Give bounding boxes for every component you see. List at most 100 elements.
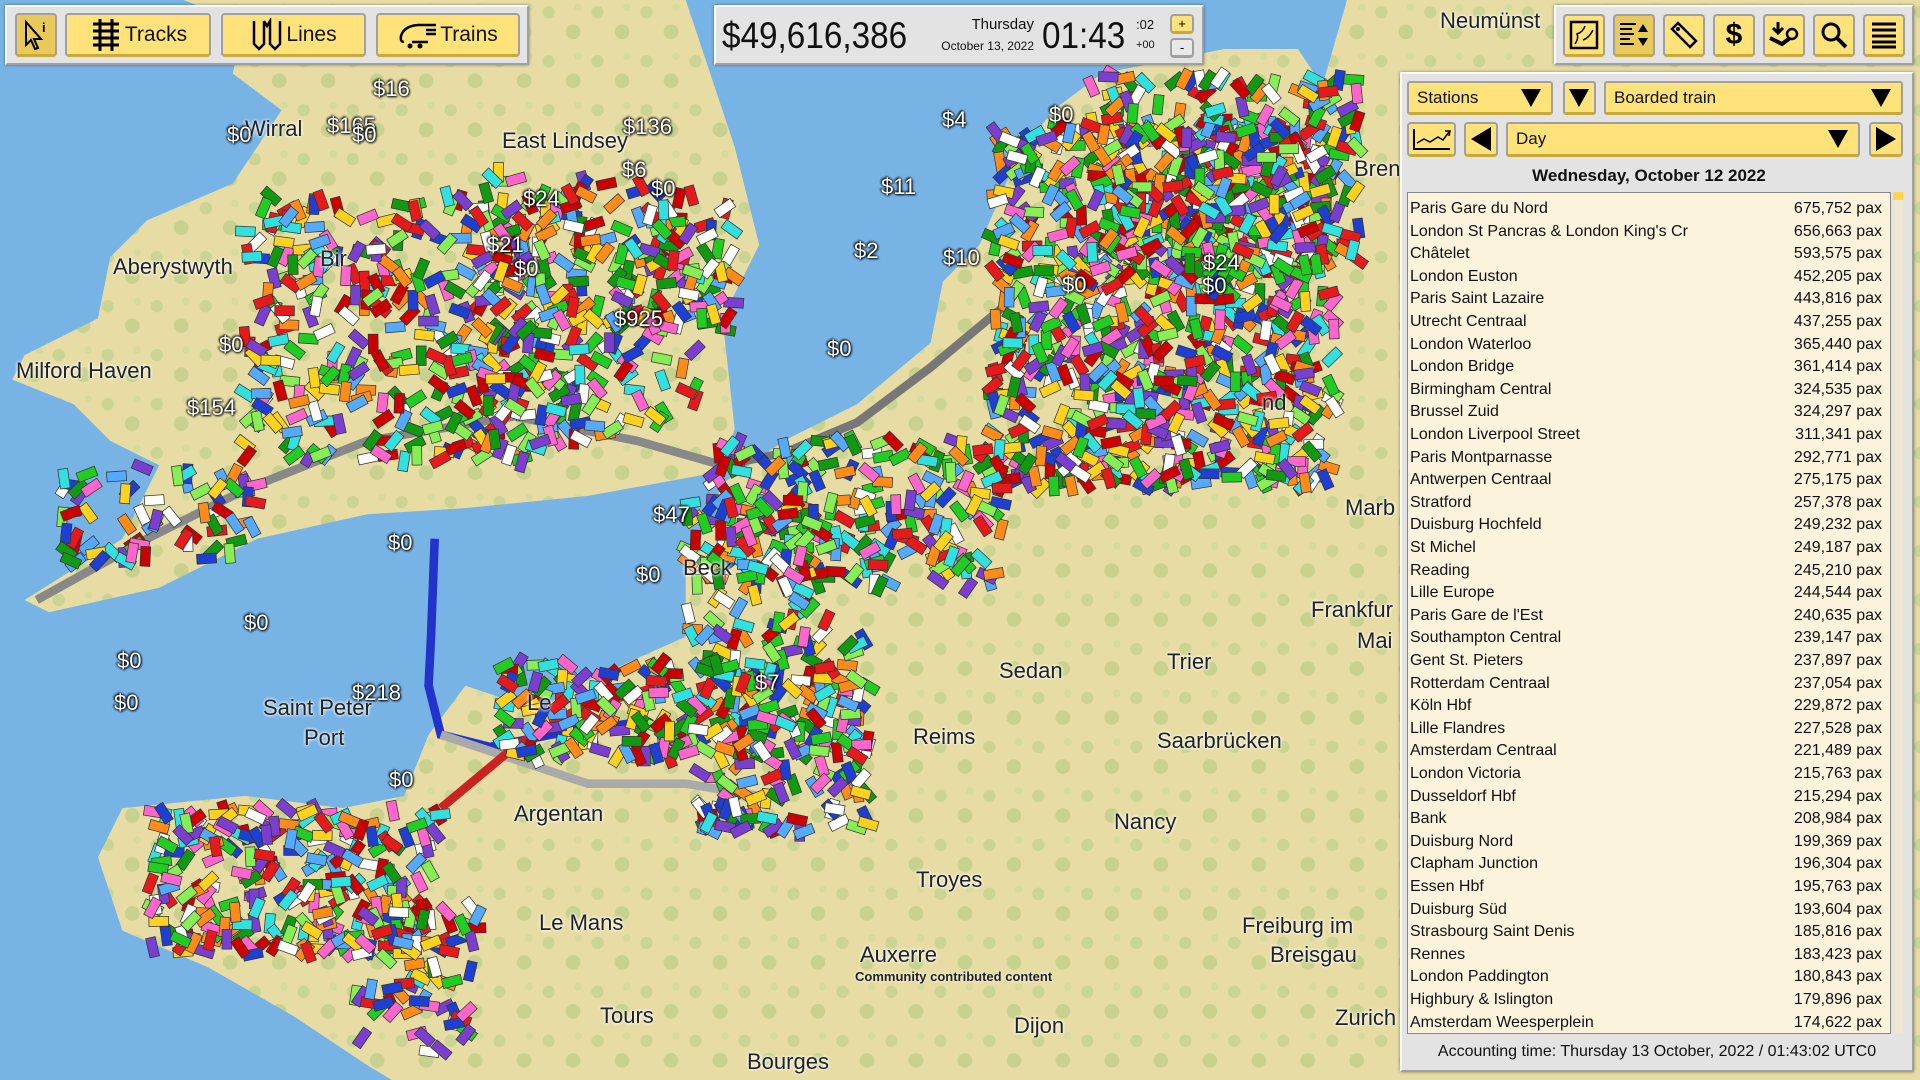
station-row[interactable]: Köln Hbf 229,872 pax [1410,695,1882,718]
train-marker[interactable] [568,343,590,356]
station-row[interactable]: Reading 245,210 pax [1410,560,1882,583]
place-label[interactable]: Breisgau [1270,942,1357,968]
train-marker[interactable] [398,363,420,377]
place-label[interactable]: Trier [1167,649,1211,675]
speed-up-button[interactable]: + [1170,14,1194,34]
trains-button[interactable]: Trains [376,13,520,57]
train-marker[interactable] [388,906,410,919]
station-revenue-label[interactable]: $0 [514,256,538,282]
train-marker[interactable] [991,482,1013,494]
station-row[interactable]: London Liverpool Street 311,341 pax [1410,424,1882,447]
train-marker[interactable] [196,552,218,565]
tracks-button[interactable]: Tracks [65,13,211,57]
station-revenue-label[interactable]: $21 [487,232,524,258]
train-marker[interactable] [1317,85,1339,99]
train-marker[interactable] [1153,375,1175,387]
station-row[interactable]: London St Pancras & London King's Cr 656,… [1410,221,1882,244]
station-revenue-label[interactable]: $0 [1049,102,1073,128]
train-marker[interactable] [367,333,379,355]
chart-toggle-button[interactable] [1407,122,1456,157]
station-row[interactable]: Bank 208,984 pax [1410,808,1882,831]
station-row[interactable]: Essen Hbf 195,763 pax [1410,876,1882,899]
place-label[interactable]: Reims [913,724,975,750]
train-marker[interactable] [1176,374,1198,387]
place-label[interactable]: Tours [600,1003,654,1029]
train-marker[interactable] [891,527,914,541]
station-row[interactable]: Southampton Central 239,147 pax [1410,627,1882,650]
station-revenue-label[interactable]: $0 [227,122,251,148]
train-marker[interactable] [241,250,263,263]
station-revenue-label[interactable]: $24 [1203,250,1240,276]
place-label[interactable]: Wirral [245,116,302,142]
place-label[interactable]: Frankfur [1311,597,1393,623]
train-marker[interactable] [648,686,669,699]
train-marker[interactable] [384,321,406,334]
station-revenue-label[interactable]: $47 [653,502,690,528]
train-marker[interactable] [130,458,154,477]
train-marker[interactable] [393,392,405,414]
station-revenue-label[interactable]: $0 [388,530,412,556]
place-label[interactable]: Bourges [747,1049,829,1075]
speed-down-button[interactable]: - [1170,38,1194,58]
train-marker[interactable] [657,199,670,221]
train-marker[interactable] [483,395,494,416]
train-marker[interactable] [836,658,858,672]
station-row[interactable]: Amsterdam Weesperplein 174,622 pax [1410,1012,1882,1033]
place-label[interactable]: Milford Haven [16,358,152,384]
train-marker[interactable] [59,522,73,544]
train-marker[interactable] [1256,152,1277,163]
place-label[interactable]: Bir [320,246,347,272]
filter-dropdown-button[interactable] [1563,81,1596,115]
train-marker[interactable] [143,494,165,507]
train-marker[interactable] [715,520,726,541]
station-row[interactable]: London Euston 452,205 pax [1410,266,1882,289]
place-label[interactable]: Saarbrücken [1157,728,1282,754]
train-marker[interactable] [1350,82,1364,105]
train-marker[interactable] [574,364,586,386]
prices-button[interactable] [1663,14,1705,57]
train-marker[interactable] [1023,206,1045,218]
station-row[interactable]: Rennes 183,423 pax [1410,944,1882,967]
station-revenue-label[interactable]: $2 [854,238,878,264]
train-marker[interactable] [408,995,430,1008]
train-marker[interactable] [1032,245,1053,256]
station-row[interactable]: Duisburg Nord 199,369 pax [1410,831,1882,854]
station-row[interactable]: Dusseldorf Hbf 215,294 pax [1410,786,1882,809]
station-row[interactable]: Paris Gare de l'Est 240,635 pax [1410,605,1882,628]
train-marker[interactable] [1328,318,1340,340]
train-marker[interactable] [1028,300,1050,314]
category-dropdown[interactable]: Stations [1407,81,1553,115]
train-marker[interactable] [666,249,680,272]
train-marker[interactable] [1181,127,1193,149]
station-revenue-label[interactable]: $24 [523,186,560,212]
train-marker[interactable] [411,445,423,466]
station-row[interactable]: Strasbourg Saint Denis 185,816 pax [1410,921,1882,944]
station-revenue-label[interactable]: $11 [881,174,916,200]
place-label[interactable]: Le [527,690,551,716]
station-revenue-label[interactable]: $16 [373,76,410,102]
station-revenue-label[interactable]: $0 [352,122,376,148]
station-row[interactable]: Lille Flandres 227,528 pax [1410,718,1882,741]
train-marker[interactable] [415,345,427,366]
train-marker[interactable] [989,308,1002,330]
place-label[interactable]: Port [304,725,344,751]
station-revenue-label[interactable]: $0 [1202,273,1226,299]
station-revenue-label[interactable]: $0 [827,336,851,362]
train-marker[interactable] [304,221,326,233]
train-marker[interactable] [1268,417,1290,430]
station-row[interactable]: Utrecht Centraal 437,255 pax [1410,311,1882,334]
train-marker[interactable] [1199,468,1220,480]
train-marker[interactable] [1221,471,1242,483]
train-marker[interactable] [604,332,615,353]
previous-period-button[interactable] [1464,122,1498,157]
info-tool-button[interactable]: i [15,13,57,57]
station-row[interactable]: Paris Saint Lazaire 443,816 pax [1410,288,1882,311]
train-marker[interactable] [413,328,436,342]
station-row[interactable]: Antwerpen Centraal 275,175 pax [1410,469,1882,492]
train-marker[interactable] [584,419,606,433]
metric-dropdown[interactable]: Boarded train [1604,81,1903,115]
station-row[interactable]: London Bridge 361,414 pax [1410,356,1882,379]
place-label[interactable]: Marb [1345,495,1395,521]
place-label[interactable]: Mai [1357,628,1392,654]
period-dropdown[interactable]: Day [1506,122,1860,157]
